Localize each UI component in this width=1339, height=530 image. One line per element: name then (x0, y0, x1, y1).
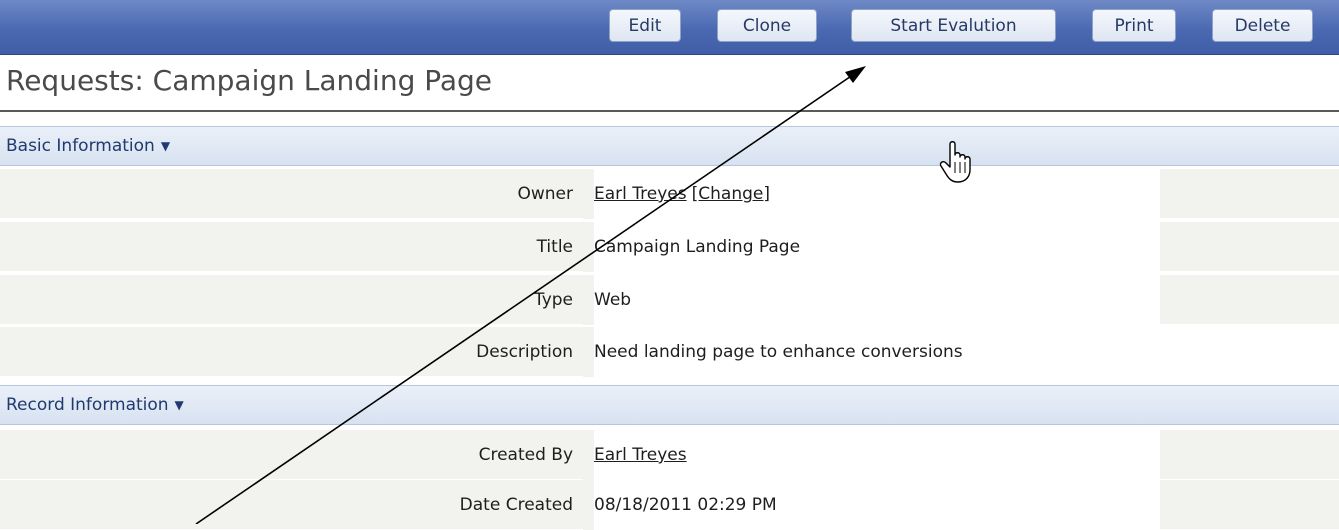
cell-gap (583, 222, 594, 272)
field-label: Date Created (0, 480, 583, 530)
cell-gap (583, 430, 594, 480)
field-label: Title (0, 222, 583, 272)
start-evaluation-button[interactable]: Start Evalution (851, 9, 1056, 42)
field-row-title: Title Campaign Landing Page (0, 222, 1339, 272)
cell-gap (583, 275, 594, 325)
side-cell (1160, 275, 1339, 325)
caret-down-icon: ▼ (174, 398, 184, 412)
side-cell (1160, 430, 1339, 480)
side-cell (1160, 480, 1339, 530)
print-button[interactable]: Print (1092, 9, 1176, 42)
section-title: Record Information (6, 395, 169, 415)
field-row-date-created: Date Created 08/18/2011 02:29 PM (0, 480, 1339, 530)
section-title: Basic Information (6, 136, 155, 156)
caret-down-icon: ▼ (160, 139, 171, 153)
field-label: Owner (0, 169, 583, 219)
field-row-owner: Owner Earl Treyes [Change] (0, 169, 1339, 219)
delete-button[interactable]: Delete (1212, 9, 1313, 42)
page-title: Requests: Campaign Landing Page (6, 64, 493, 97)
edit-button[interactable]: Edit (609, 9, 681, 42)
change-owner-link[interactable]: [Change] (692, 184, 770, 204)
field-value: Need landing page to enhance conversions (594, 327, 1339, 377)
field-row-type: Type Web (0, 275, 1339, 325)
field-label: Description (0, 327, 583, 377)
field-label: Created By (0, 430, 583, 480)
owner-link[interactable]: Earl Treyes (594, 184, 687, 204)
cell-gap (583, 327, 594, 377)
field-row-created-by: Created By Earl Treyes (0, 430, 1339, 480)
annotation-arrowhead (845, 66, 866, 83)
created-by-link[interactable]: Earl Treyes (594, 445, 687, 465)
field-row-description: Description Need landing page to enhance… (0, 327, 1339, 377)
section-header-basic-information[interactable]: Basic Information ▼ (0, 126, 1339, 166)
clone-button[interactable]: Clone (717, 9, 817, 42)
cell-gap (583, 480, 594, 530)
top-toolbar: Edit Clone Start Evalution Print Delete (0, 0, 1339, 55)
title-divider (0, 110, 1339, 112)
section-header-record-information[interactable]: Record Information ▼ (0, 385, 1339, 425)
side-cell (1160, 222, 1339, 272)
side-cell (1160, 169, 1339, 219)
field-label: Type (0, 275, 583, 325)
cell-gap (583, 169, 594, 219)
